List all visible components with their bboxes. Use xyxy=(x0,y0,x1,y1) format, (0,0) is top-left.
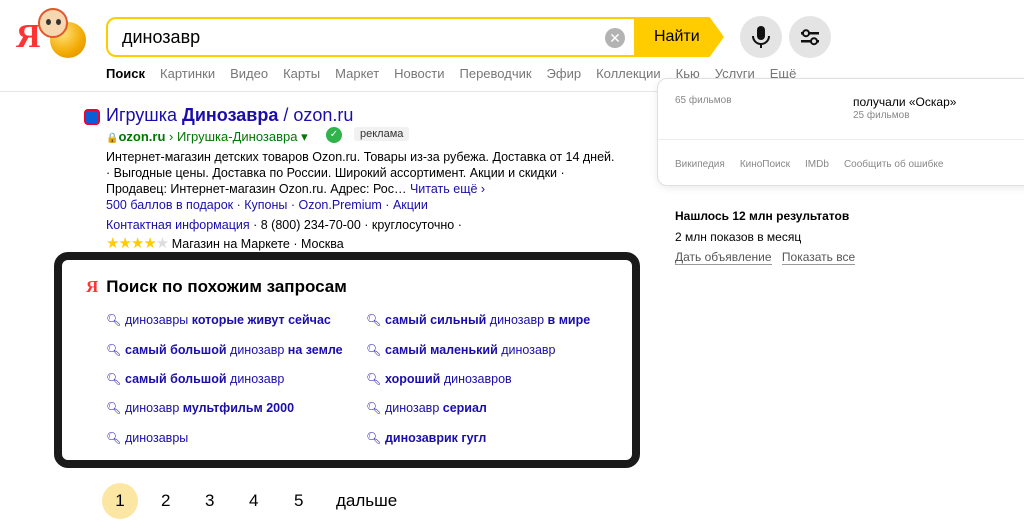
logo-face-icon xyxy=(38,8,68,38)
search-icon: 🔍︎ xyxy=(106,313,122,327)
shop-rating: ★★★★★ Магазин на Маркете · Москва xyxy=(106,234,344,252)
source-wikipedia[interactable]: Википедия xyxy=(675,159,725,170)
search-settings-button[interactable] xyxy=(789,16,831,58)
contacts-line: Контактная информация · 8 (800) 234-70-0… xyxy=(106,218,462,232)
ad-stats: Нашлось 12 млн результатов 2 млн показов… xyxy=(675,209,862,265)
find-button[interactable]: Найти xyxy=(634,17,724,57)
related-title-text: Поиск по похожим запросам xyxy=(106,277,347,296)
page-4[interactable]: 4 xyxy=(249,483,258,519)
logo-letter: Я xyxy=(16,18,41,55)
tab-translate[interactable]: Переводчик xyxy=(460,66,532,86)
source-kinopoisk[interactable]: КиноПоиск xyxy=(740,159,790,170)
filter-sliders-icon xyxy=(801,29,819,46)
verified-shop-icon[interactable]: ✓ xyxy=(326,127,342,143)
tab-news[interactable]: Новости xyxy=(394,66,444,86)
read-more-link[interactable]: Читать ещё › xyxy=(410,182,485,196)
tab-maps[interactable]: Карты xyxy=(283,66,320,86)
clear-search-icon[interactable]: ✕ xyxy=(605,28,625,48)
tab-market[interactable]: Маркет xyxy=(335,66,379,86)
related-title: Я Поиск по похожим запросам xyxy=(86,277,347,297)
voice-search-button[interactable] xyxy=(740,16,782,58)
tab-images[interactable]: Картинки xyxy=(160,66,215,86)
title-bold: Динозавра xyxy=(182,105,279,125)
snippet-text: Интернет-магазин детских товаров Ozon.ru… xyxy=(106,150,615,196)
related-item[interactable]: 🔍︎ самый большой динозавр на земле xyxy=(106,343,343,357)
results-count: Нашлось 12 млн результатов xyxy=(675,209,850,223)
title-suffix: / ozon.ru xyxy=(278,105,354,125)
page-2[interactable]: 2 xyxy=(161,483,170,519)
search-box: ✕ xyxy=(106,17,636,57)
url-domain: ozon.ru xyxy=(118,129,166,144)
yandex-logo[interactable]: Я xyxy=(12,6,92,62)
related-item[interactable]: 🔍︎ самый большой динозавр xyxy=(106,372,284,386)
related-searches: Я Поиск по похожим запросам 🔍︎ динозавры к… xyxy=(54,252,640,468)
impressions-count: 2 млн показов в месяц xyxy=(675,230,802,244)
result-title-link[interactable]: Игрушка Динозавра / ozon.ru xyxy=(106,105,353,126)
search-icon: 🔍︎ xyxy=(106,431,122,445)
rating-stars-icon: ★★★★★ xyxy=(106,235,169,252)
search-icon: 🔍︎ xyxy=(366,372,382,386)
result-url[interactable]: 🔒ozon.ru › Игрушка-Динозавра ▾ xyxy=(106,129,308,145)
tab-efir[interactable]: Эфир xyxy=(547,66,582,86)
result-snippet: Интернет-магазин детских товаров Ozon.ru… xyxy=(106,149,616,197)
microphone-icon xyxy=(752,26,770,48)
search-icon: 🔍︎ xyxy=(106,401,122,415)
related-item[interactable]: 🔍︎ динозавры xyxy=(106,431,188,445)
tab-collections[interactable]: Коллекции xyxy=(596,66,661,86)
search-icon: 🔍︎ xyxy=(366,313,382,327)
ad-badge: реклама xyxy=(354,127,410,141)
lock-icon: 🔒 xyxy=(106,133,119,144)
ozon-favicon-icon xyxy=(84,109,100,125)
oscar-films-count: 25 фильмов xyxy=(853,110,910,121)
page-5[interactable]: 5 xyxy=(294,483,303,519)
search-icon: 🔍︎ xyxy=(366,401,382,415)
related-item[interactable]: 🔍︎ самый сильный динозавр в мире xyxy=(366,313,590,327)
search-icon: 🔍︎ xyxy=(366,343,382,357)
knowledge-card: 65 фильмов получали «Оскар» 25 фильмов В… xyxy=(657,78,1024,186)
tab-search[interactable]: Поиск xyxy=(106,66,145,86)
ad-links: Дать объявление Показать все xyxy=(675,250,862,265)
contacts-text: · 8 (800) 234-70-00 · круглосуточно · xyxy=(249,218,462,232)
page-3[interactable]: 3 xyxy=(205,483,214,519)
oscar-label[interactable]: получали «Оскар» xyxy=(853,95,956,109)
source-imdb[interactable]: IMDb xyxy=(805,159,829,170)
related-item[interactable]: 🔍︎ самый маленький динозавр xyxy=(366,343,556,357)
rating-text[interactable]: Магазин на Маркете · Москва xyxy=(168,237,344,251)
related-item[interactable]: 🔍︎ динозаврик гугл xyxy=(366,431,486,445)
card-sources: Википедия КиноПоиск IMDb Сообщить об оши… xyxy=(675,159,958,170)
page-1-current[interactable]: 1 xyxy=(102,483,138,519)
url-path: › Игрушка-Динозавра ▾ xyxy=(165,129,308,144)
card-divider xyxy=(658,139,1024,140)
search-icon: 🔍︎ xyxy=(106,343,122,357)
related-item[interactable]: 🔍︎ динозавр сериал xyxy=(366,401,487,415)
sitelinks[interactable]: 500 баллов в подарок · Купоны · Ozon.Pre… xyxy=(106,198,428,212)
search-icon: 🔍︎ xyxy=(366,431,382,445)
search-input[interactable] xyxy=(122,19,592,55)
search-icon: 🔍︎ xyxy=(106,372,122,386)
related-item[interactable]: 🔍︎ динозавр мультфильм 2000 xyxy=(106,401,294,415)
contacts-link[interactable]: Контактная информация xyxy=(106,218,250,232)
related-item[interactable]: 🔍︎ хороший динозавров xyxy=(366,372,512,386)
yandex-mini-logo-icon: Я xyxy=(86,277,99,296)
title-prefix: Игрушка xyxy=(106,105,183,125)
films-count: 65 фильмов xyxy=(675,95,732,106)
report-error-link[interactable]: Сообщить об ошибке xyxy=(844,159,943,170)
show-all-link[interactable]: Показать все xyxy=(781,250,856,265)
tab-video[interactable]: Видео xyxy=(230,66,268,86)
related-item[interactable]: 🔍︎ динозавры которые живут сейчас xyxy=(106,313,331,327)
place-ad-link[interactable]: Дать объявление xyxy=(675,250,772,265)
next-page-link[interactable]: дальше xyxy=(336,483,397,519)
